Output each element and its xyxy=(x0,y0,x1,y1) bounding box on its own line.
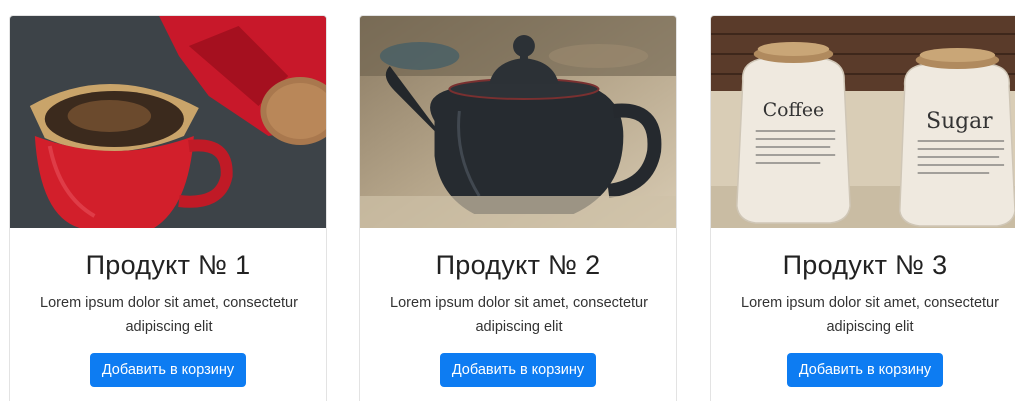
add-to-cart-button-1[interactable]: Добавить в корзину xyxy=(89,353,247,387)
coffee-jar-label: Coffee xyxy=(763,99,825,121)
product-title-2: Продукт № 2 xyxy=(435,250,601,280)
coffee-sugar-jars-photo: Coffee Sugar xyxy=(711,16,1015,228)
product-description-3: Lorem ipsum dolor sit amet, consectetur … xyxy=(741,295,999,335)
product-description-2: Lorem ipsum dolor sit amet, consectetur … xyxy=(390,295,648,335)
product-title-3: Продукт № 3 xyxy=(782,250,948,280)
product-image-1 xyxy=(10,16,326,228)
product-description-1: Lorem ipsum dolor sit amet, consectetur … xyxy=(40,295,298,335)
product-title-1: Продукт № 1 xyxy=(85,250,251,280)
product-row: Продукт № 1 Lorem ipsum dolor sit amet, … xyxy=(0,0,1015,401)
teapot-photo xyxy=(360,16,676,228)
product-image-2 xyxy=(360,16,676,228)
product-card-2: Продукт № 2 Lorem ipsum dolor sit amet, … xyxy=(359,15,677,401)
product-image-3: Coffee Sugar xyxy=(711,16,1015,228)
coffee-cup-photo xyxy=(10,16,326,228)
add-to-cart-button-3[interactable]: Добавить в корзину xyxy=(786,353,944,387)
add-to-cart-button-2[interactable]: Добавить в корзину xyxy=(439,353,597,387)
product-card-3: Coffee Sugar Продукт № 3 Lorem ipsum dol… xyxy=(710,15,1015,401)
product-card-1: Продукт № 1 Lorem ipsum dolor sit amet, … xyxy=(9,15,327,401)
sugar-jar-label: Sugar xyxy=(926,109,993,134)
